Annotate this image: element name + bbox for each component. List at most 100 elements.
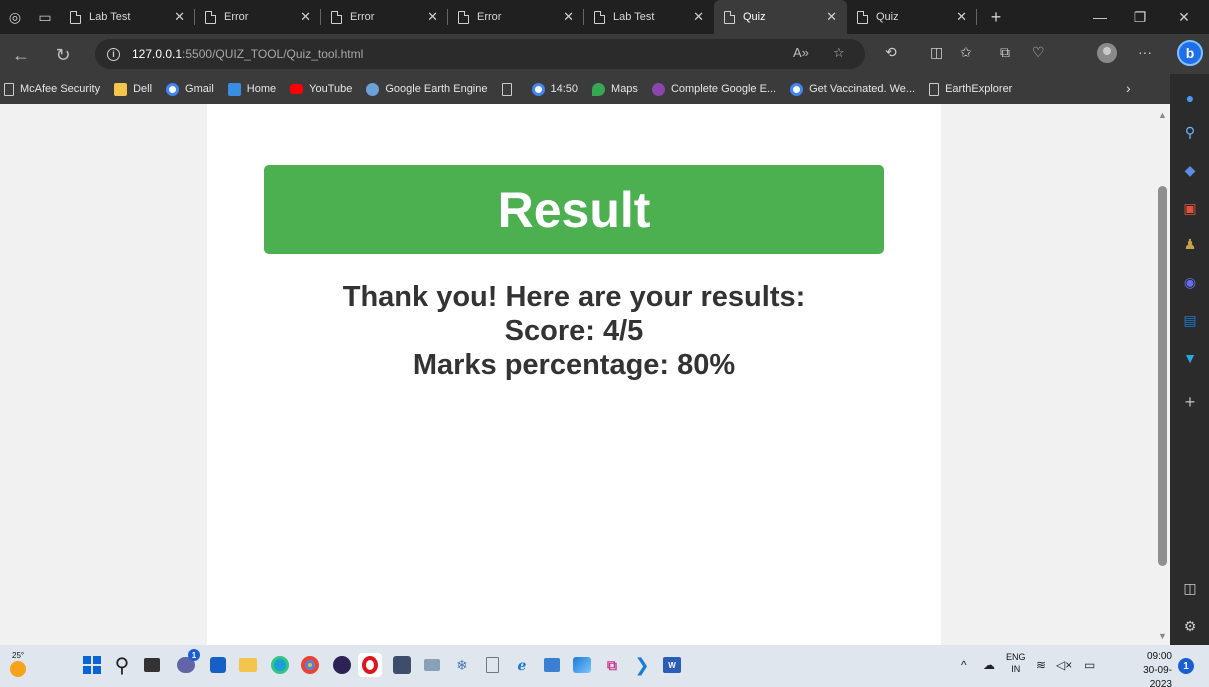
bookmark-untitled[interactable]	[501, 82, 518, 96]
battery-icon[interactable]: ▭	[1084, 658, 1095, 672]
chevron-right-icon[interactable]: ›	[1126, 80, 1131, 96]
collections-icon[interactable]: ⧉	[1000, 44, 1010, 61]
close-icon[interactable]: ✕	[693, 9, 704, 25]
tab-error[interactable]: Error ✕	[321, 0, 448, 34]
edge-sidebar: ● ⚲ ◆ ▣ ♟ ◉ ▤ ▼ + ◫ ⚙	[1170, 74, 1209, 645]
bookmark-1450[interactable]: 14:50	[531, 82, 578, 96]
vscode-icon[interactable]: ❯	[630, 653, 654, 677]
shopping-tag-icon[interactable]: ◆	[1180, 160, 1200, 180]
hide-sidebar-icon[interactable]: ◫	[1180, 578, 1200, 598]
weather-widget[interactable]: 25°	[8, 651, 30, 677]
notification-bell-icon[interactable]: ●	[1180, 88, 1200, 108]
edge-dev-icon[interactable]: ℯ	[510, 653, 534, 677]
onedrive-icon[interactable]: ☁	[983, 658, 995, 672]
close-icon[interactable]: ✕	[563, 9, 574, 25]
close-icon[interactable]: ✕	[300, 9, 311, 25]
minimize-button[interactable]: —	[1080, 0, 1120, 34]
tab-quiz[interactable]: Quiz ✕	[847, 0, 977, 34]
bookmark-youtube[interactable]: YouTube	[290, 83, 352, 95]
quiz-container: Result Thank you! Here are your results:…	[207, 104, 941, 645]
teams-chat-icon[interactable]: 1	[174, 649, 200, 677]
bookmark-mcafee[interactable]: McAfee Security	[4, 82, 100, 96]
bookmark-dell[interactable]: Dell	[114, 82, 152, 96]
tab-error[interactable]: Error ✕	[448, 0, 584, 34]
bookmark-maps[interactable]: Maps	[592, 82, 638, 96]
language-indicator[interactable]: ENG IN	[1006, 651, 1026, 675]
restore-button[interactable]: ❐	[1120, 0, 1160, 34]
bookmark-home[interactable]: Home	[227, 82, 276, 96]
app-icon[interactable]: ⧉	[600, 653, 624, 677]
bing-copilot-icon[interactable]: b	[1177, 40, 1203, 66]
search-icon[interactable]: ⚲	[110, 653, 134, 677]
widgets-icon[interactable]	[206, 653, 230, 677]
windows-start-icon[interactable]	[80, 653, 104, 677]
task-view-icon[interactable]	[140, 653, 164, 677]
bookmark-complete-google[interactable]: Complete Google E...	[651, 82, 776, 96]
close-icon[interactable]: ✕	[956, 9, 967, 25]
split-screen-icon[interactable]: ◫	[930, 44, 943, 61]
wifi-icon[interactable]: ≋	[1036, 658, 1046, 672]
microsoft-365-icon[interactable]: ◉	[1180, 272, 1200, 292]
workspaces-icon[interactable]: ◎	[0, 0, 30, 34]
extensions-icon[interactable]: ⟲	[885, 44, 897, 61]
folder-icon	[114, 82, 128, 96]
back-icon[interactable]: ←	[8, 42, 34, 68]
bookmark-get-vaccinated[interactable]: Get Vaccinated. We...	[790, 82, 915, 96]
system-clock[interactable]: 09:00 30-09-2023	[1124, 650, 1172, 687]
search-icon[interactable]: ⚲	[1180, 122, 1200, 142]
youtube-icon	[290, 84, 304, 94]
course-icon	[651, 82, 665, 96]
settings-gear-icon[interactable]: ⚙	[1180, 616, 1200, 636]
tab-lab-test[interactable]: Lab Test ✕	[584, 0, 714, 34]
bookmark-google-earth-engine[interactable]: Google Earth Engine	[366, 82, 488, 96]
photos-icon[interactable]	[570, 653, 594, 677]
file-explorer-icon[interactable]	[236, 653, 260, 677]
chrome-icon[interactable]	[298, 653, 322, 677]
refresh-icon[interactable]: ↻	[50, 42, 76, 68]
scrollbar-thumb[interactable]	[1158, 186, 1167, 566]
app-icon[interactable]	[420, 653, 444, 677]
tab-actions-icon[interactable]: ▭	[30, 0, 60, 34]
scroll-up-icon[interactable]: ▲	[1158, 110, 1167, 120]
notepad-icon[interactable]	[480, 653, 504, 677]
tab-quiz-active[interactable]: Quiz ✕	[714, 0, 847, 34]
opera-icon[interactable]	[358, 653, 382, 677]
read-aloud-icon[interactable]: A»	[793, 45, 809, 60]
snipping-icon[interactable]: ❄	[450, 653, 474, 677]
tools-icon[interactable]: ▣	[1180, 198, 1200, 218]
notification-badge[interactable]: 1	[1178, 658, 1194, 674]
tab-label: Quiz	[743, 11, 766, 23]
volume-icon[interactable]: ◁×	[1056, 658, 1072, 672]
tab-label: Error	[350, 11, 375, 23]
favorites-icon[interactable]: ✩	[960, 44, 972, 61]
word-icon[interactable]: W	[660, 653, 684, 677]
favorite-star-icon[interactable]: ☆	[833, 45, 845, 61]
scroll-down-icon[interactable]: ▼	[1158, 631, 1167, 641]
close-window-button[interactable]: ✕	[1164, 0, 1204, 34]
address-bar[interactable]: i 127.0.0.1:5500/QUIZ_TOOL/Quiz_tool.htm…	[95, 39, 865, 69]
site-info-icon[interactable]: i	[107, 47, 120, 61]
show-hidden-icons[interactable]: ^	[961, 658, 967, 672]
new-tab-button[interactable]: +	[981, 7, 1011, 28]
tab-error[interactable]: Error ✕	[195, 0, 321, 34]
drop-icon[interactable]: ▼	[1180, 348, 1200, 368]
time-text: 09:00	[1146, 651, 1172, 662]
close-icon[interactable]: ✕	[826, 9, 837, 25]
app-icon[interactable]	[540, 653, 564, 677]
outlook-icon[interactable]: ▤	[1180, 310, 1200, 330]
bookmark-earthexplorer[interactable]: EarthExplorer	[929, 82, 1012, 96]
more-menu-icon[interactable]: ···	[1138, 44, 1152, 60]
close-icon[interactable]: ✕	[427, 9, 438, 25]
app-icon[interactable]	[390, 653, 414, 677]
profile-avatar[interactable]	[1097, 43, 1117, 63]
eclipse-icon[interactable]	[330, 653, 354, 677]
add-icon[interactable]: +	[1180, 392, 1200, 412]
date-text: 30-09-2023	[1143, 665, 1172, 687]
games-icon[interactable]: ♟	[1180, 234, 1200, 254]
browser-essentials-icon[interactable]: ♡	[1032, 44, 1045, 61]
bookmark-gmail[interactable]: Gmail	[166, 82, 214, 96]
close-icon[interactable]: ✕	[174, 9, 185, 25]
tab-lab-test[interactable]: Lab Test ✕	[60, 0, 195, 34]
page-scrollbar[interactable]: ▲ ▼	[1155, 104, 1170, 645]
edge-icon[interactable]	[268, 653, 292, 677]
